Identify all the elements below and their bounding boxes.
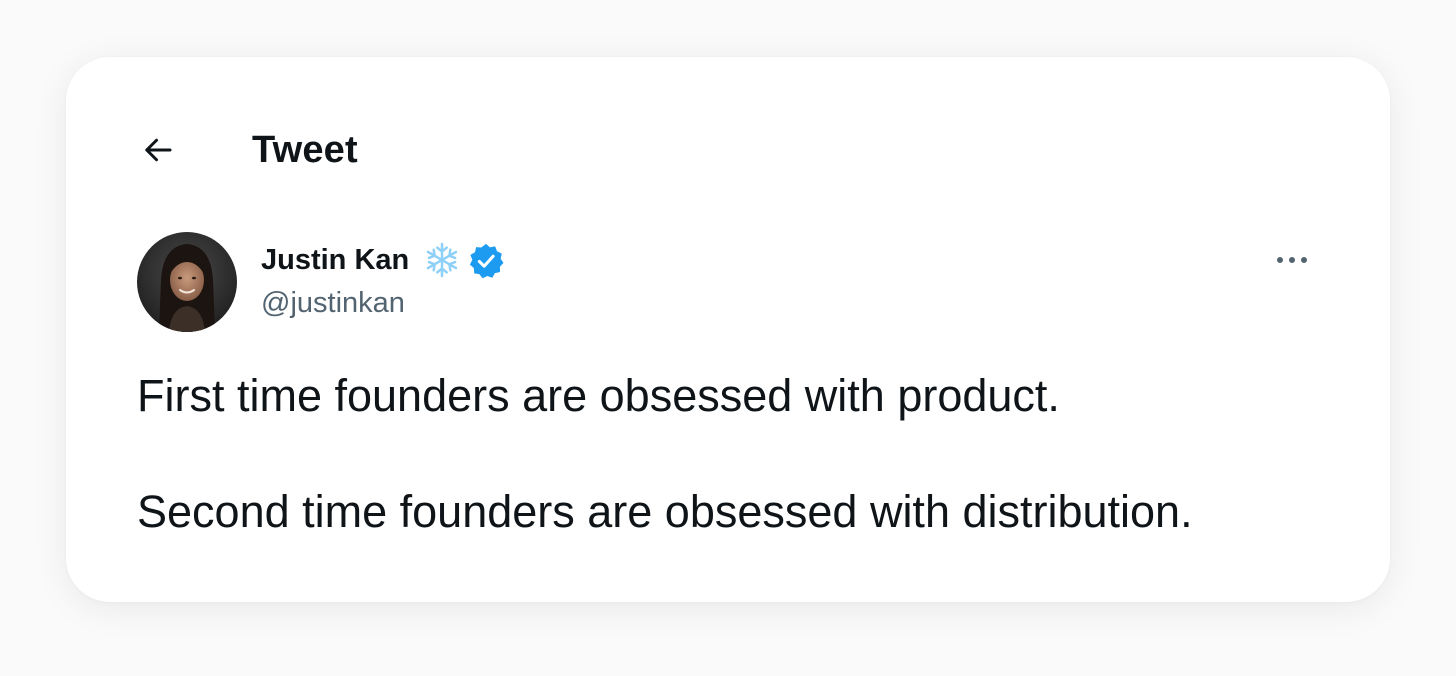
author-handle[interactable]: @justinkan [261, 283, 405, 323]
tweet-text-line: First time founders are obsessed with pr… [137, 370, 1060, 421]
snowflake-icon [426, 242, 458, 278]
back-button[interactable] [138, 128, 178, 172]
avatar[interactable] [137, 232, 237, 332]
tweet-text-line: Second time founders are obsessed with d… [137, 486, 1193, 537]
page-title: Tweet [252, 129, 358, 171]
author-display-name[interactable]: Justin Kan [261, 240, 409, 280]
more-dots-icon [1277, 257, 1307, 263]
verified-badge-icon [469, 243, 504, 279]
more-options-button[interactable] [1268, 242, 1316, 278]
back-arrow-icon [145, 138, 172, 162]
